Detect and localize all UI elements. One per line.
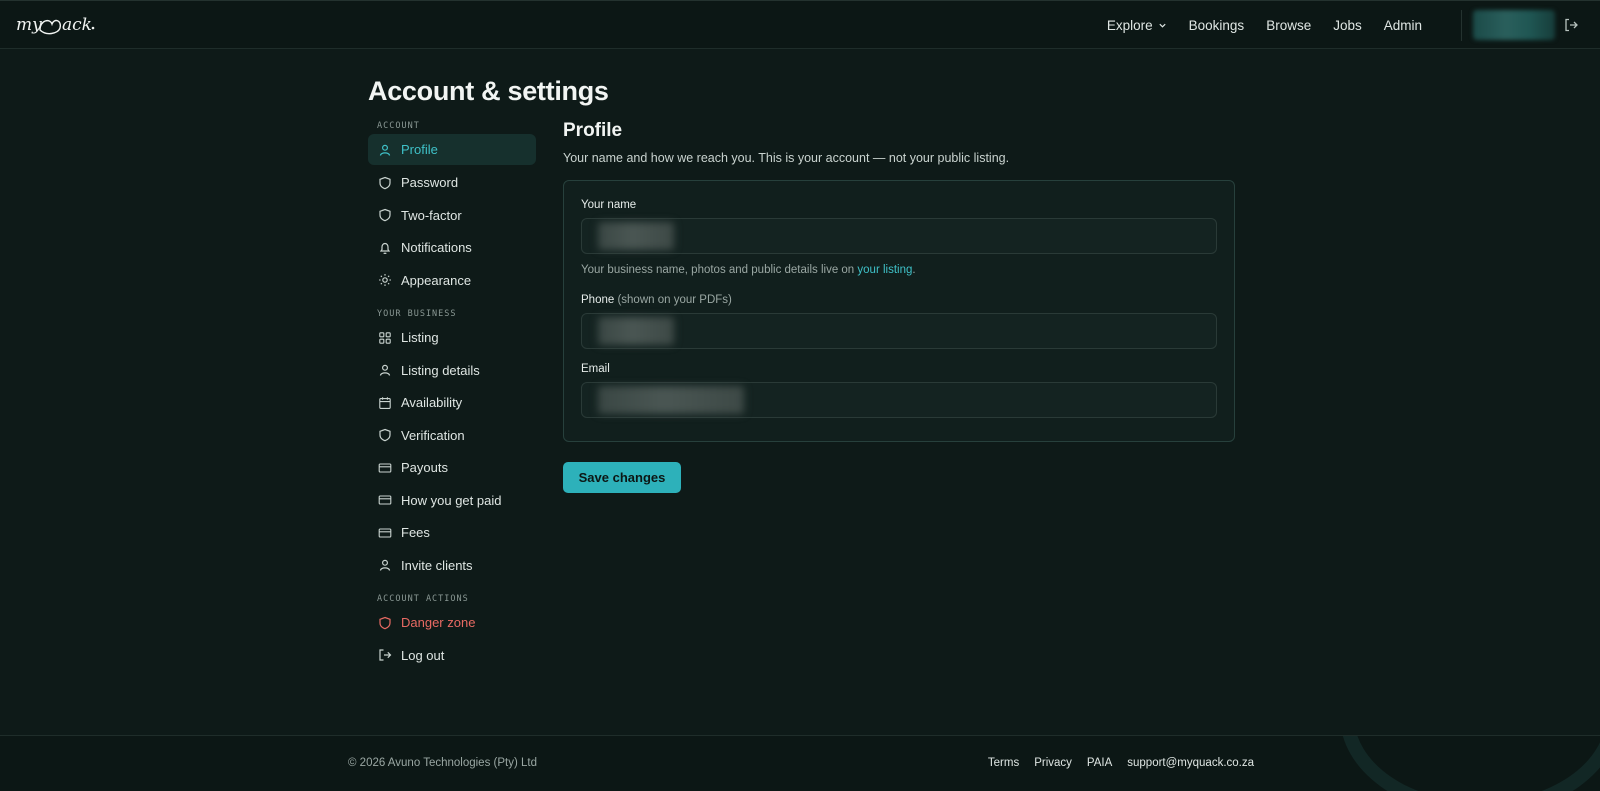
bell-icon — [379, 242, 391, 254]
email-label: Email — [581, 363, 610, 375]
card-icon — [378, 528, 392, 538]
sidebar-heading-account-actions: ACCOUNT ACTIONS — [377, 593, 469, 604]
logout-icon — [379, 649, 392, 661]
nav-browse[interactable]: Browse — [1266, 18, 1311, 33]
sidebar-item-label: How you get paid — [401, 492, 502, 508]
sidebar-item-label: Fees — [401, 525, 430, 541]
nav-admin-label: Admin — [1383, 17, 1422, 33]
footer-link-support-email[interactable]: support@myquack.co.za — [1127, 757, 1254, 769]
top-navbar: my ack Explore Bookings Browse Jobs Admi… — [0, 0, 1600, 49]
name-input[interactable] — [581, 218, 1217, 254]
profile-form-card: Your name Your business name, photos and… — [563, 180, 1235, 442]
sidebar-item-password[interactable]: Password — [368, 167, 536, 200]
sidebar-item-label: Profile — [401, 142, 438, 157]
page-footer: © 2026 Avuno Technologies (Pty) Ltd Term… — [0, 735, 1600, 791]
sidebar-item-log-out[interactable]: Log out — [368, 639, 536, 672]
calendar-icon — [379, 396, 391, 409]
sidebar-item-label: Payouts — [401, 460, 448, 476]
profile-panel: Profile Your name and how we reach you. … — [563, 118, 1235, 493]
help-suffix: . — [912, 264, 916, 276]
nav-admin[interactable]: Admin — [1384, 18, 1422, 33]
card-icon — [378, 495, 392, 505]
your-listing-link[interactable]: your listing — [857, 264, 912, 276]
nav-jobs-label: Jobs — [1333, 17, 1362, 33]
sidebar-item-label: Listing details — [401, 362, 480, 378]
phone-label: Phone (shown on your PDFs) — [581, 294, 732, 306]
listing-help-text: Your business name, photos and public de… — [581, 264, 916, 276]
decorative-arc — [1340, 736, 1600, 791]
sidebar-item-profile[interactable]: Profile — [368, 134, 536, 165]
email-input[interactable] — [581, 382, 1217, 418]
shield-icon — [379, 429, 391, 442]
user-icon — [379, 365, 391, 376]
shield-icon — [379, 209, 391, 222]
sidebar-item-label: Availability — [401, 395, 463, 411]
redacted-value — [598, 222, 674, 250]
phone-label-text: Phone — [581, 294, 615, 306]
redacted-value — [598, 386, 744, 414]
grid-icon — [379, 331, 391, 344]
sidebar-item-two-factor[interactable]: Two-factor — [368, 199, 536, 232]
nav-bookings[interactable]: Bookings — [1189, 18, 1245, 33]
sidebar-heading-account: ACCOUNT — [377, 121, 420, 131]
footer-links: Terms Privacy PAIA support@myquack.co.za — [988, 757, 1254, 769]
svg-text:ack: ack — [62, 15, 92, 35]
nav-jobs[interactable]: Jobs — [1333, 18, 1362, 33]
shield-icon — [379, 176, 391, 190]
save-changes-button[interactable]: Save changes — [563, 462, 681, 493]
sidebar-item-fees[interactable]: Fees — [368, 517, 536, 550]
logout-icon[interactable] — [1563, 17, 1579, 33]
sidebar-item-notifications[interactable]: Notifications — [368, 232, 536, 265]
user-icon — [379, 560, 391, 571]
page-title: Account & settings — [368, 76, 609, 106]
sidebar-item-label: Verification — [401, 427, 465, 443]
sidebar-item-label: Notifications — [401, 240, 472, 256]
footer-link-terms[interactable]: Terms — [988, 757, 1019, 769]
footer-link-paia[interactable]: PAIA — [1087, 757, 1112, 769]
sidebar-item-label: Invite clients — [401, 557, 473, 573]
chevron-down-icon — [1159, 23, 1166, 28]
sidebar-heading-business: YOUR BUSINESS — [377, 308, 457, 319]
nav-explore-label: Explore — [1106, 17, 1153, 33]
sidebar-item-label: Log out — [401, 647, 445, 663]
sidebar-item-label: Password — [401, 175, 459, 191]
sidebar-item-label: Two-factor — [401, 207, 462, 223]
card-icon — [378, 463, 392, 473]
duck-logo-icon: my ack — [16, 15, 95, 35]
sidebar-item-danger-zone[interactable]: Danger zone — [368, 607, 536, 640]
help-text: Your business name, photos and public de… — [581, 264, 858, 276]
sidebar-item-listing[interactable]: Listing — [368, 322, 536, 355]
user-icon — [379, 144, 391, 156]
shield-icon — [379, 616, 391, 630]
sidebar-item-verification[interactable]: Verification — [368, 419, 536, 452]
phone-label-hint: (shown on your PDFs) — [614, 294, 732, 306]
user-avatar-redacted[interactable] — [1473, 10, 1555, 40]
nav-bookings-label: Bookings — [1188, 17, 1245, 33]
sidebar-item-payouts[interactable]: Payouts — [368, 452, 536, 485]
nav-explore[interactable]: Explore — [1107, 18, 1167, 33]
main-nav: Explore Bookings Browse Jobs Admin — [1107, 1, 1422, 49]
section-title: Profile — [563, 120, 623, 141]
section-subtitle: Your name and how we reach you. This is … — [563, 151, 1010, 165]
svg-text:my: my — [16, 15, 42, 35]
sun-icon — [379, 274, 391, 287]
name-label: Your name — [581, 199, 637, 211]
sidebar-item-label: Appearance — [401, 272, 472, 288]
sidebar-item-how-you-get-paid[interactable]: How you get paid — [368, 484, 536, 517]
sidebar-item-listing-details[interactable]: Listing details — [368, 354, 536, 387]
sidebar-item-label: Danger zone — [401, 615, 476, 631]
brand-logo[interactable]: my ack — [16, 10, 96, 40]
sidebar-item-appearance[interactable]: Appearance — [368, 264, 536, 297]
sidebar-item-availability[interactable]: Availability — [368, 387, 536, 420]
copyright-text: © 2026 Avuno Technologies (Pty) Ltd — [348, 757, 537, 769]
nav-browse-label: Browse — [1266, 17, 1312, 33]
phone-input[interactable] — [581, 313, 1217, 349]
sidebar-item-label: Listing — [401, 330, 439, 346]
nav-divider — [1461, 10, 1462, 41]
settings-sidebar: ACCOUNT Profile Password Two-factor Noti… — [368, 118, 536, 672]
redacted-value — [598, 317, 674, 345]
sidebar-item-invite-clients[interactable]: Invite clients — [368, 549, 536, 582]
footer-link-privacy[interactable]: Privacy — [1034, 757, 1072, 769]
